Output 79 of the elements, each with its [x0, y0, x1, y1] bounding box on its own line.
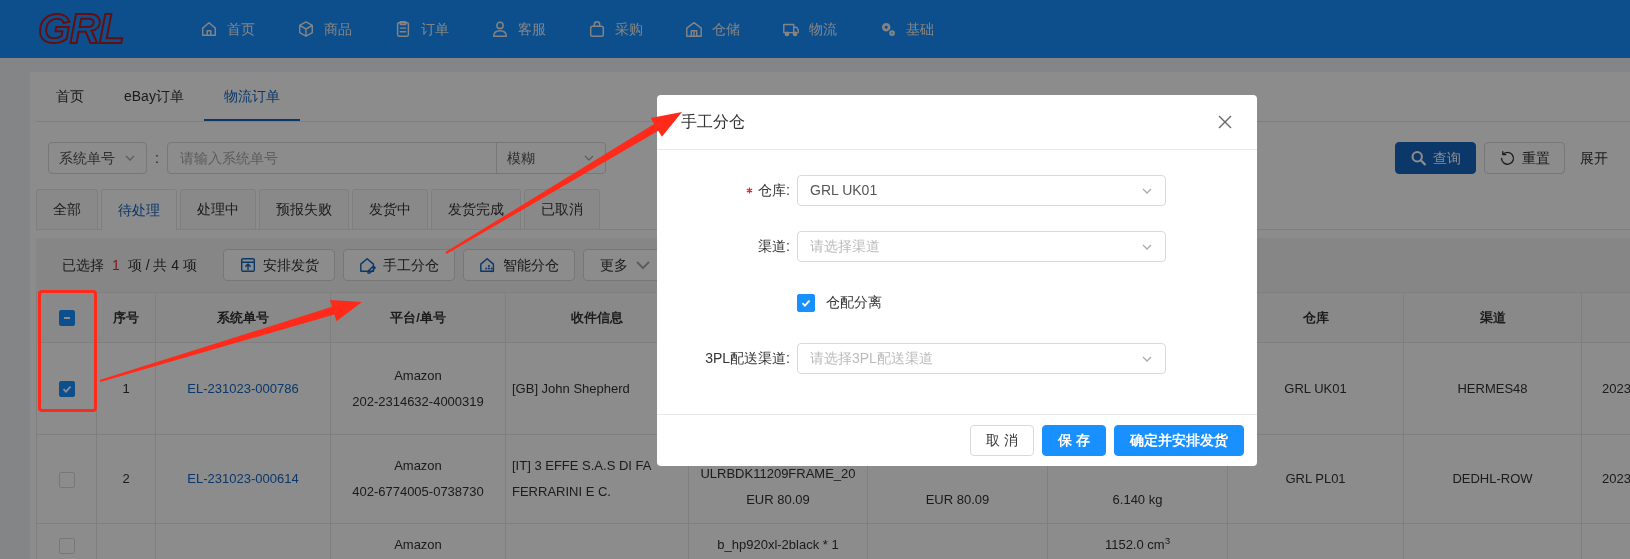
- table-cell-text: 2: [122, 470, 130, 488]
- confirm-button[interactable]: 确定并安排发货: [1114, 425, 1244, 456]
- nav-item[interactable]: 物流: [782, 18, 837, 40]
- action-button[interactable]: 手工分仓: [343, 249, 456, 281]
- upload-box-icon: [239, 256, 258, 274]
- status-tab[interactable]: 预报失败: [259, 189, 349, 229]
- selection-total: 项 / 共 4 项: [127, 255, 198, 275]
- status-tab[interactable]: 处理中: [180, 189, 256, 229]
- column-header: 渠道: [1479, 309, 1506, 325]
- checkbox[interactable]: [797, 293, 815, 312]
- table-cell-text: GRL UK01: [1284, 379, 1347, 398]
- status-tab[interactable]: 待处理: [101, 189, 177, 230]
- status-tab[interactable]: 全部: [36, 189, 98, 229]
- field-label: 3PL配送渠道:: [705, 349, 790, 368]
- checkbox-label: 仓配分离: [826, 293, 882, 312]
- nav-item[interactable]: 订单: [394, 18, 449, 40]
- dialog-title: 手工分仓: [681, 112, 745, 132]
- reset-button[interactable]: 重置: [1484, 142, 1565, 174]
- table-cell-text: [IT] 3 EFFE S.A.S DI FA FERRARINI E C.: [512, 457, 652, 501]
- expand-link[interactable]: 展开: [1580, 147, 1608, 169]
- house-pen-icon: [359, 256, 378, 274]
- table-cell-text: 2023: [1602, 470, 1630, 488]
- selection-count: 1: [112, 255, 120, 275]
- select-field[interactable]: GRL UK01: [797, 175, 1166, 206]
- field-select[interactable]: 系统单号: [48, 142, 147, 174]
- table-cell-text: Amazon: [394, 536, 442, 554]
- status-tab[interactable]: 发货中: [352, 189, 428, 229]
- search-icon: [1410, 149, 1427, 167]
- table-cell-text: Amazon 402-6774005-0738730: [352, 457, 484, 501]
- column-header: 收件信息: [571, 309, 623, 325]
- page-tab[interactable]: 首页: [36, 72, 104, 121]
- action-button[interactable]: 安排发货: [223, 249, 336, 281]
- gears-icon: [879, 20, 897, 38]
- field-label: 渠道:: [758, 237, 790, 256]
- column-header: 仓库: [1302, 309, 1329, 325]
- field-label: 仓库:: [758, 181, 790, 200]
- table-cell-text: ULRBDK11209FRAME_20 EUR 80.09: [700, 465, 856, 509]
- table-cell-text: 1: [122, 379, 130, 398]
- nav-item[interactable]: 商品: [297, 18, 352, 40]
- page-tab[interactable]: eBay订单: [104, 72, 204, 121]
- table-cell-text: EUR 80.09: [925, 491, 990, 509]
- checkbox[interactable]: [58, 381, 75, 398]
- status-tab[interactable]: 发货完成: [431, 189, 521, 229]
- status-tab[interactable]: 已取消: [524, 189, 600, 229]
- separator: :: [155, 148, 159, 168]
- selection-label: 已选择: [62, 255, 104, 275]
- search-button[interactable]: 查询: [1395, 142, 1476, 174]
- person-icon: [491, 20, 509, 38]
- table-cell-text: 6.140 kg: [1112, 491, 1163, 509]
- nav-item[interactable]: 客服: [491, 18, 546, 40]
- confirm-button[interactable]: 保 存: [1042, 425, 1106, 456]
- nav-item[interactable]: 基础: [879, 18, 934, 40]
- bag-icon: [588, 20, 606, 38]
- nav-item[interactable]: 首页: [200, 18, 255, 40]
- column-header: 平台/单号: [390, 309, 446, 325]
- table-cell-text: DEDHL-ROW: [1452, 470, 1533, 488]
- table-cell-text: HERMES48: [1457, 379, 1528, 398]
- house-icon: [200, 20, 218, 38]
- table-cell-text: 2023: [1602, 379, 1630, 398]
- column-header: 序号: [113, 309, 139, 325]
- table-cell-text: 1152.0 cm$^{3}$: [1104, 534, 1171, 554]
- checkbox[interactable]: [58, 310, 75, 327]
- clipboard-icon: [394, 20, 412, 38]
- nav-item[interactable]: 采购: [588, 18, 643, 40]
- nav-item[interactable]: 仓储: [685, 18, 740, 40]
- table-cell-text: GRL PL01: [1285, 470, 1346, 488]
- reset-icon: [1499, 149, 1516, 167]
- action-button[interactable]: 智能分仓: [463, 249, 576, 281]
- table-cell-text: b_hp920xl-2black * 1: [717, 536, 839, 554]
- table-cell-text: [GB] John Shepherd: [512, 379, 630, 398]
- column-header: 系统单号: [217, 309, 269, 325]
- cancel-button[interactable]: 取 消: [970, 425, 1035, 456]
- page-tab[interactable]: 物流订单: [203, 72, 300, 121]
- order-link[interactable]: EL-231023-000786: [187, 375, 299, 402]
- warehouse-icon: [685, 20, 703, 38]
- order-link[interactable]: EL-231023-000614: [187, 466, 299, 492]
- cube-icon: [297, 20, 315, 38]
- table-cell-text: Amazon 202-2314632-4000319: [352, 366, 484, 411]
- logo: GRL: [38, 8, 125, 50]
